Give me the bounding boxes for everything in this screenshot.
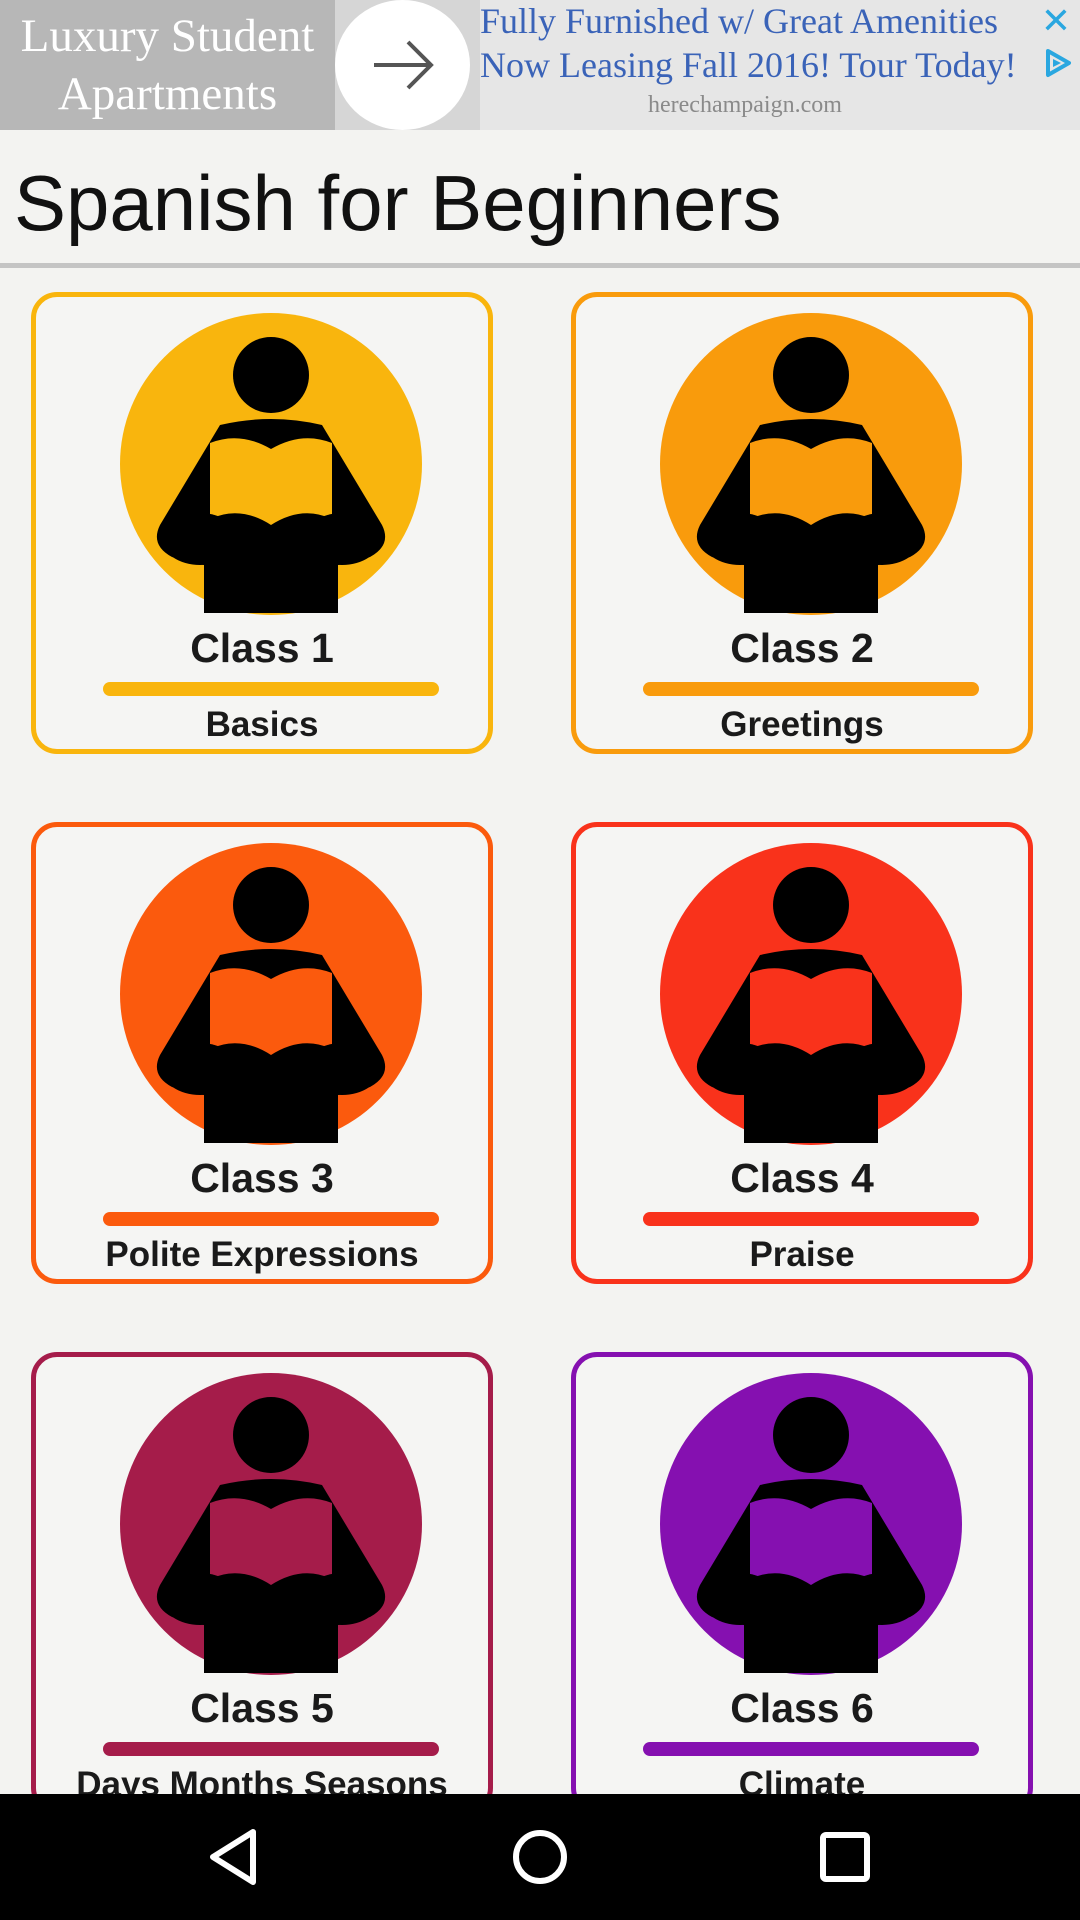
ad-banner[interactable]: Luxury Student Apartments Fully Furnishe…: [0, 0, 1080, 130]
class-underline: [103, 682, 439, 696]
ad-body-line-1: Fully Furnished w/ Great Amenities: [480, 1, 998, 41]
class-underline: [643, 1742, 979, 1756]
reading-person-icon: [696, 867, 926, 1143]
ad-headline-line-2: Apartments: [57, 68, 278, 120]
reading-person-icon: [696, 337, 926, 613]
home-circle-icon[interactable]: [505, 1822, 575, 1892]
reading-person-icon: [696, 1397, 926, 1673]
class-card-6[interactable]: Class 6 Climate: [571, 1352, 1033, 1794]
class-card-3[interactable]: Class 3 Polite Expressions: [31, 822, 493, 1284]
back-triangle-icon[interactable]: [201, 1822, 271, 1892]
class-title: Class 5: [190, 1685, 334, 1731]
class-title: Class 4: [730, 1155, 874, 1201]
class-topic: Greetings: [720, 705, 884, 744]
ad-arrow-button[interactable]: [335, 0, 470, 130]
class-title: Class 1: [190, 625, 334, 671]
class-underline: [643, 682, 979, 696]
ad-choices-icon[interactable]: [1042, 48, 1072, 78]
class-title: Class 3: [190, 1155, 334, 1201]
class-topic: Days Months Seasons: [76, 1765, 448, 1794]
ad-headline[interactable]: Luxury Student Apartments: [0, 0, 335, 130]
ad-body[interactable]: Fully Furnished w/ Great Amenities Now L…: [480, 0, 1080, 130]
reading-person-icon: [156, 1397, 386, 1673]
class-card-1[interactable]: Class 1 Basics: [31, 292, 493, 754]
class-title: Class 6: [730, 1685, 874, 1731]
class-title: Class 2: [730, 625, 874, 671]
ad-close-icon[interactable]: ✕: [1038, 3, 1074, 40]
page-header: Spanish for Beginners: [0, 130, 1080, 260]
ad-body-line-2: Now Leasing Fall 2016! Tour Today!: [480, 45, 1017, 85]
class-grid: Class 1 Basics Class 2 Greetings Class 3…: [0, 268, 1080, 1794]
ad-domain: herechampaign.com: [648, 92, 842, 118]
navigation-bar: [0, 1794, 1080, 1920]
class-card-5[interactable]: Class 5 Days Months Seasons: [31, 1352, 493, 1794]
class-topic: Praise: [749, 1235, 855, 1274]
page-title: Spanish for Beginners: [14, 159, 782, 247]
class-topic: Basics: [205, 705, 319, 744]
reading-person-icon: [156, 867, 386, 1143]
class-card-2[interactable]: Class 2 Greetings: [571, 292, 1033, 754]
recents-square-icon[interactable]: [810, 1822, 880, 1892]
class-topic: Polite Expressions: [105, 1235, 419, 1274]
ad-headline-line-1: Luxury Student: [20, 10, 315, 62]
class-underline: [103, 1742, 439, 1756]
class-underline: [643, 1212, 979, 1226]
class-underline: [103, 1212, 439, 1226]
class-topic: Climate: [738, 1765, 866, 1794]
reading-person-icon: [156, 337, 386, 613]
arrow-right-icon: [374, 40, 434, 90]
class-card-4[interactable]: Class 4 Praise: [571, 822, 1033, 1284]
